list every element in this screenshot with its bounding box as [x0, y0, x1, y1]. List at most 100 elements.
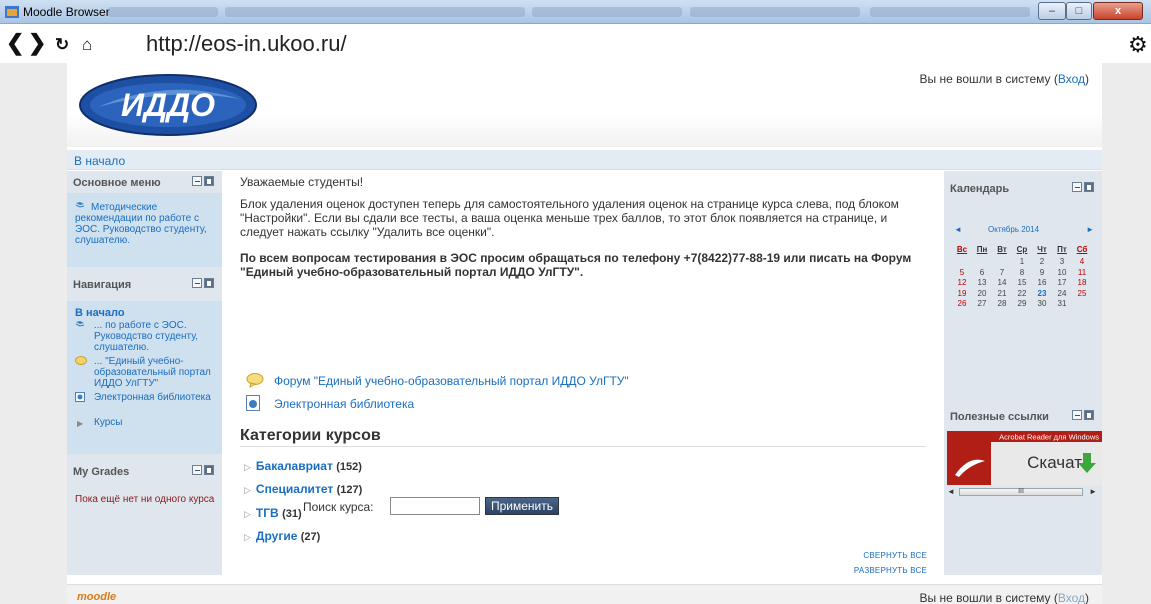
dock-block-icon[interactable] — [1084, 182, 1094, 192]
expand-arrow-icon[interactable]: ▷ — [244, 462, 251, 472]
category-link[interactable]: Специалитет — [256, 482, 333, 496]
calendar-day[interactable]: 26 — [953, 299, 971, 308]
calendar-day[interactable]: 8 — [1013, 268, 1031, 277]
notice-text: Блок удаления оценок доступен теперь для… — [240, 197, 899, 239]
nav-item-courses[interactable]: Курсы — [94, 417, 122, 428]
search-input[interactable] — [390, 497, 480, 515]
main-menu-item-guidelines[interactable]: Методические рекомендации по работе с ЭО… — [75, 202, 215, 246]
home-icon[interactable]: ⌂ — [82, 33, 92, 57]
collapse-block-icon[interactable] — [1072, 410, 1082, 420]
calendar-day[interactable]: 31 — [1053, 299, 1071, 308]
reload-icon[interactable]: ↻ — [55, 33, 69, 57]
main-menu-title: Основное меню — [73, 177, 161, 189]
collapse-block-icon[interactable] — [192, 465, 202, 475]
nav-item-library[interactable]: Электронная библиотека — [94, 392, 214, 403]
calendar-day[interactable]: 16 — [1033, 278, 1051, 287]
forward-icon[interactable]: ❯ — [28, 31, 46, 55]
calendar-day[interactable]: 25 — [1073, 289, 1091, 298]
calendar-day[interactable]: 27 — [973, 299, 991, 308]
category-item[interactable]: ▷ Бакалавриат (152) — [244, 459, 362, 473]
calendar-day[interactable]: 12 — [953, 278, 971, 287]
calendar-day[interactable]: 5 — [953, 268, 971, 277]
calendar-day[interactable]: 10 — [1053, 268, 1071, 277]
calendar-day[interactable]: 21 — [993, 289, 1011, 298]
category-item[interactable]: ▷ Специалитет (127) — [244, 482, 362, 496]
collapse-block-icon[interactable] — [1072, 182, 1082, 192]
calendar-day[interactable]: 2 — [1033, 257, 1051, 266]
iddo-logo[interactable]: ИДДО — [78, 73, 258, 137]
dock-block-icon[interactable] — [204, 278, 214, 288]
gear-icon[interactable]: ⚙ — [1128, 32, 1148, 58]
address-bar[interactable]: http://eos-in.ukoo.ru/ — [146, 31, 347, 57]
calendar-day[interactable]: 29 — [1013, 299, 1031, 308]
calendar-day[interactable]: 18 — [1073, 278, 1091, 287]
category-link[interactable]: ТГВ — [256, 506, 279, 520]
calendar-day[interactable]: 13 — [973, 278, 991, 287]
footer-login-link[interactable]: Вход — [1058, 591, 1085, 604]
category-link[interactable]: Другие — [256, 529, 297, 543]
links-title: Полезные ссылки — [950, 411, 1049, 423]
acrobat-reader-banner[interactable]: Acrobat Reader для Windows Скачать — [947, 431, 1102, 485]
grades-block: Пока ещё нет ни одного курса — [67, 488, 222, 575]
horizontal-scrollbar[interactable]: ◄ III ► — [947, 487, 1097, 497]
calendar-day[interactable]: 1 — [1013, 257, 1031, 266]
collapse-all-link[interactable]: Свернуть все — [863, 551, 927, 560]
dock-block-icon[interactable] — [1084, 410, 1094, 420]
calendar-day[interactable]: 19 — [953, 289, 971, 298]
prev-month-icon[interactable]: ◄ — [954, 225, 962, 234]
category-item[interactable]: ▷ ТГВ (31) — [244, 506, 302, 520]
right-sidebar: Календарь ◄ Октябрь 2014 ► Вс Пн Вт Ср Чт Пт С… — [944, 171, 1102, 575]
scroll-right-icon[interactable]: ► — [1089, 487, 1097, 496]
category-item[interactable]: ▷ Другие (27) — [244, 529, 320, 543]
moodle-logo[interactable]: moodle — [77, 591, 116, 603]
taskbar-blur — [532, 7, 682, 17]
calendar-day[interactable]: 14 — [993, 278, 1011, 287]
calendar-day[interactable]: 7 — [993, 268, 1011, 277]
calendar-weekday: Пн — [976, 245, 988, 254]
collapse-block-icon[interactable] — [192, 176, 202, 186]
nav-item-guidelines[interactable]: ... по работе с ЭОС. Руководство студент… — [94, 320, 214, 353]
expand-arrow-icon[interactable]: ▷ — [244, 485, 251, 495]
categories-divider — [240, 446, 926, 447]
scroll-left-icon[interactable]: ◄ — [947, 487, 955, 496]
library-link-text[interactable]: Электронная библиотека — [274, 397, 414, 411]
back-icon[interactable]: ❮ — [6, 31, 24, 55]
calendar-day[interactable]: 17 — [1053, 278, 1071, 287]
dock-block-icon[interactable] — [204, 176, 214, 186]
expand-arrow-icon[interactable]: ▷ — [244, 532, 251, 542]
calendar-month[interactable]: Октябрь 2014 — [988, 225, 1039, 234]
taskbar-blur — [870, 7, 1030, 17]
collapse-block-icon[interactable] — [192, 278, 202, 288]
navigation-block: В начало ... по работе с ЭОС. Руководств… — [67, 301, 222, 454]
breadcrumb-home-link[interactable]: В начало — [74, 154, 125, 168]
calendar-day[interactable]: 3 — [1053, 257, 1071, 266]
expand-arrow-icon[interactable]: ▷ — [244, 509, 251, 519]
calendar-day[interactable]: 24 — [1053, 289, 1071, 298]
expand-arrow-icon[interactable]: ▶ — [77, 418, 83, 429]
maximize-button[interactable]: □ — [1066, 2, 1092, 20]
calendar-day[interactable]: 28 — [993, 299, 1011, 308]
close-button[interactable]: x — [1093, 2, 1143, 20]
calendar-day[interactable]: 20 — [973, 289, 991, 298]
nav-home-link[interactable]: В начало — [75, 308, 125, 319]
search-button[interactable]: Применить — [485, 497, 559, 515]
calendar-day[interactable]: 23 — [1033, 289, 1051, 298]
calendar-day[interactable]: 30 — [1033, 299, 1051, 308]
forum-link-text[interactable]: Форум "Единый учебно-образовательный пор… — [274, 374, 629, 388]
dock-block-icon[interactable] — [204, 465, 214, 475]
login-link[interactable]: Вход — [1058, 72, 1085, 86]
minimize-button[interactable]: – — [1038, 2, 1066, 20]
category-link[interactable]: Бакалавриат — [256, 459, 333, 473]
calendar-day[interactable]: 15 — [1013, 278, 1031, 287]
calendar-day[interactable]: 9 — [1033, 268, 1051, 277]
calendar-day[interactable]: 11 — [1073, 268, 1091, 277]
nav-item-forum[interactable]: ... "Единый учебно-образовательный порта… — [94, 356, 214, 389]
calendar-day[interactable]: 6 — [973, 268, 991, 277]
scroll-thumb[interactable]: III — [959, 488, 1083, 496]
expand-all-link[interactable]: Развернуть все — [854, 566, 927, 575]
calendar-day[interactable]: 22 — [1013, 289, 1031, 298]
next-month-icon[interactable]: ► — [1086, 225, 1094, 234]
footer-login-close: ) — [1085, 591, 1089, 604]
calendar-day[interactable]: 4 — [1073, 257, 1091, 266]
svg-text:Acrobat Reader для Windows: Acrobat Reader для Windows — [999, 433, 1099, 442]
